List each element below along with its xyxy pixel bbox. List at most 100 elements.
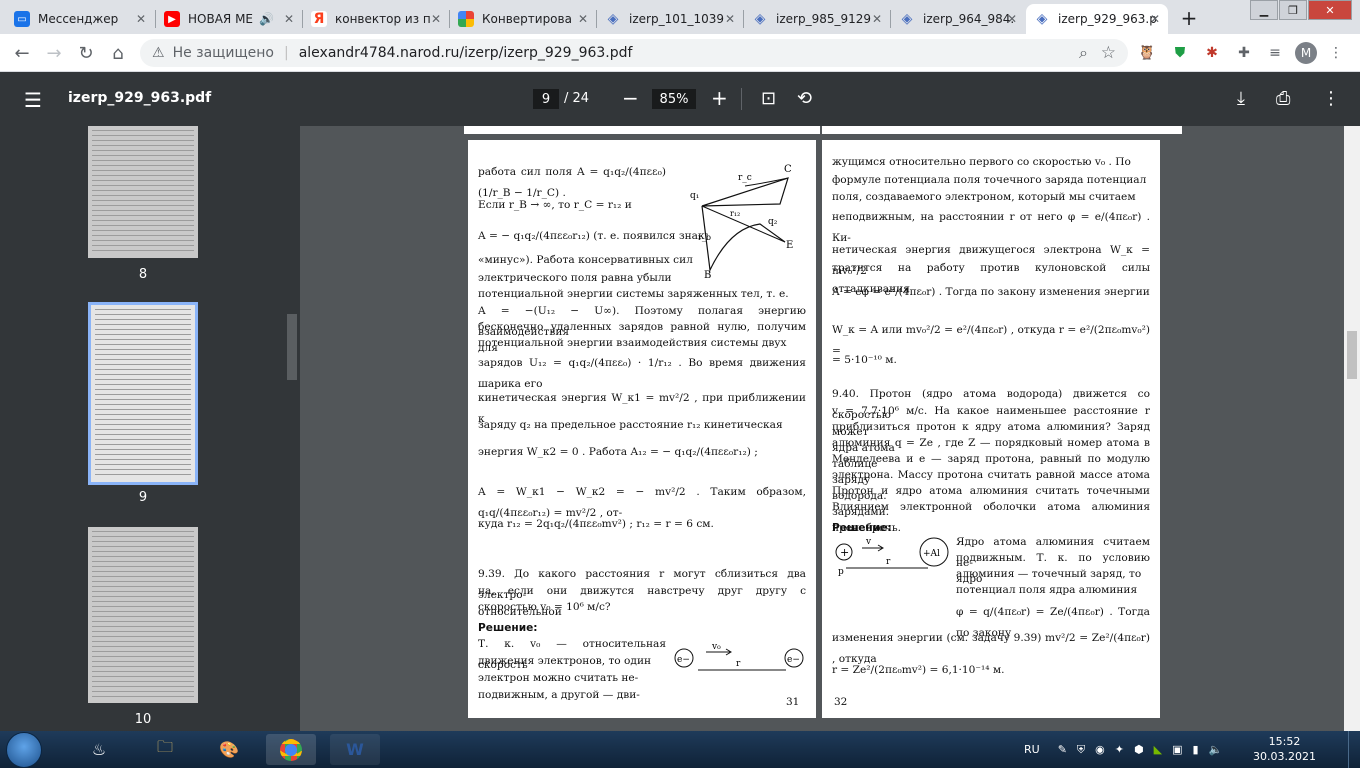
tray-icon[interactable]: ✎ xyxy=(1058,743,1067,756)
proton-plus-label: + xyxy=(840,546,849,559)
system-tray: RU ✎ ⛨ ◉ ✦ ⬢ ◣ ▣ ▮ 🔈 xyxy=(1024,731,1222,768)
extension-bug-icon[interactable]: ✱ xyxy=(1202,43,1222,63)
velocity-label: v xyxy=(865,537,872,547)
close-icon[interactable]: ✕ xyxy=(136,12,146,26)
warning-icon[interactable]: ⚠ xyxy=(152,45,165,61)
minimize-button[interactable]: ▁ xyxy=(1250,0,1278,20)
home-icon[interactable]: ⌂ xyxy=(106,41,130,65)
extensions-puzzle-icon[interactable]: ✚ xyxy=(1234,43,1254,63)
maximize-button[interactable]: ❐ xyxy=(1279,0,1307,20)
close-icon[interactable]: ✕ xyxy=(284,12,294,26)
tab-title: конвектор из п xyxy=(335,12,431,26)
file-explorer-icon[interactable]: 🗀 xyxy=(140,734,190,765)
text-line: A = eφ = e²/(4πε₀r) . Тогда по закону из… xyxy=(832,286,1150,298)
bookmark-star-icon[interactable]: ☆ xyxy=(1101,43,1116,63)
viewer-scrollbar[interactable] xyxy=(1344,126,1360,731)
tab-youtube[interactable]: ▶ НОВАЯ МЕ 🔊 ✕ xyxy=(156,4,302,34)
page-total: / 24 xyxy=(564,91,590,106)
zoom-in-button[interactable]: + xyxy=(711,86,728,110)
thumbnail-page-10[interactable] xyxy=(88,527,198,703)
page-number-32: 32 xyxy=(834,696,848,708)
volume-icon[interactable]: 🔈 xyxy=(1209,743,1223,756)
paint-icon[interactable]: 🎨 xyxy=(204,734,254,765)
electron-label-2: e− xyxy=(787,655,800,665)
print-icon[interactable]: ⎙ xyxy=(1276,88,1290,109)
extension-shield-icon[interactable]: ⛊ xyxy=(1170,43,1190,63)
close-icon[interactable]: ✕ xyxy=(872,12,882,26)
tray-icon[interactable]: ◉ xyxy=(1095,743,1105,756)
tray-icon[interactable]: ▣ xyxy=(1172,743,1182,756)
tab-convert[interactable]: Конвертирова ✕ xyxy=(450,4,596,34)
tray-icon[interactable]: ⬢ xyxy=(1134,743,1144,756)
word-icon[interactable]: W xyxy=(330,734,380,765)
close-icon[interactable]: ✕ xyxy=(1150,12,1160,26)
steam-icon[interactable]: ♨ xyxy=(74,734,124,765)
field-work-diagram: C r_c q₁ r₁₂ q₂ r_b E B xyxy=(690,164,793,278)
sidebar-scrollbar[interactable] xyxy=(284,126,300,731)
media-playlist-icon[interactable]: ≡ xyxy=(1265,43,1285,63)
diagram-label-r12: r₁₂ xyxy=(730,209,740,218)
network-icon[interactable]: ▮ xyxy=(1192,743,1198,756)
url-text: alexandr4784.narod.ru/izerp/izerp_929_96… xyxy=(298,45,633,61)
divider: | xyxy=(283,45,289,61)
clock-time: 15:52 xyxy=(1268,735,1301,748)
page-number-input[interactable]: 9 xyxy=(533,89,559,109)
chrome-icon[interactable] xyxy=(266,734,316,765)
text-line: подвижным, а другой — дви- xyxy=(478,689,640,701)
text-line: r = Ze²/(2πε₀mv²) = 6,1·10⁻¹⁴ м. xyxy=(832,664,1005,676)
thumbnail-text xyxy=(92,130,194,254)
google-apps-icon xyxy=(458,11,474,27)
tab-pdf-985[interactable]: ◈ izerp_985_9129 ✕ xyxy=(744,4,890,34)
youtube-icon: ▶ xyxy=(164,11,180,27)
start-button[interactable] xyxy=(6,732,42,768)
fit-page-icon[interactable]: ⊡ xyxy=(761,88,776,109)
address-bar[interactable]: ⚠ Не защищено | alexandr4784.narod.ru/iz… xyxy=(140,39,1128,67)
pdf-icon: ◈ xyxy=(754,11,766,27)
tab-pdf-101[interactable]: ◈ izerp_101_1039 ✕ xyxy=(597,4,743,34)
hamburger-menu-icon[interactable]: ☰ xyxy=(24,88,42,112)
more-options-icon[interactable]: ⋮ xyxy=(1322,88,1340,109)
distance-label: r xyxy=(886,557,891,567)
tray-icon[interactable]: ✦ xyxy=(1115,743,1124,756)
tab-pdf-929-active[interactable]: ◈ izerp_929_963.p ✕ xyxy=(1026,4,1168,34)
viewer-scroll-thumb[interactable] xyxy=(1347,331,1357,379)
forward-arrow-icon[interactable]: → xyxy=(42,41,66,65)
kebab-menu-icon[interactable]: ⋮ xyxy=(1326,43,1346,63)
thumbnail-label: 10 xyxy=(134,712,152,727)
tab-yandex[interactable]: Яконвектор из п ✕ xyxy=(303,4,449,34)
tab-pdf-964[interactable]: ◈ izerp_964_984. ✕ xyxy=(891,4,1025,34)
new-tab-button[interactable]: + xyxy=(1176,5,1202,31)
rotate-icon[interactable]: ⟲ xyxy=(797,88,812,109)
close-icon[interactable]: ✕ xyxy=(1007,12,1017,26)
profile-avatar[interactable]: M xyxy=(1295,42,1317,64)
extension-owl-icon[interactable]: 🦉 xyxy=(1137,43,1157,63)
clock[interactable]: 15:52 30.03.2021 xyxy=(1253,734,1316,764)
back-arrow-icon[interactable]: ← xyxy=(10,41,34,65)
close-icon[interactable]: ✕ xyxy=(431,12,441,26)
thumbnail-page-8[interactable] xyxy=(88,126,198,258)
zoom-out-button[interactable]: − xyxy=(622,86,639,110)
tab-messenger[interactable]: ▭ Мессенджер ✕ xyxy=(6,4,154,34)
nvidia-icon[interactable]: ◣ xyxy=(1154,743,1162,756)
yandex-icon: Я xyxy=(311,11,327,27)
sidebar-scroll-thumb[interactable] xyxy=(287,314,297,380)
thumbnail-text xyxy=(95,309,191,478)
download-icon[interactable]: ⤓ xyxy=(1237,88,1245,109)
speaker-icon[interactable]: 🔊 xyxy=(259,12,274,26)
zoom-level-input[interactable]: 85% xyxy=(652,89,696,109)
text-line: куда r₁₂ = 2q₁q₂/(4πεε₀mv²) ; r₁₂ = r = … xyxy=(478,518,714,530)
reload-icon[interactable]: ↻ xyxy=(74,41,98,65)
show-desktop-button[interactable] xyxy=(1348,731,1360,768)
zoom-magnifier-icon[interactable]: ⌕ xyxy=(1079,43,1088,63)
close-icon[interactable]: ✕ xyxy=(578,12,588,26)
diagram-label-rc: r_c xyxy=(738,173,752,183)
window-close-button[interactable]: ✕ xyxy=(1308,0,1352,20)
messenger-icon: ▭ xyxy=(14,11,30,27)
thumbnail-page-9[interactable] xyxy=(88,302,198,485)
language-indicator[interactable]: RU xyxy=(1024,743,1040,756)
tray-icon[interactable]: ⛨ xyxy=(1077,743,1085,757)
thumbnail-label: 8 xyxy=(138,267,148,282)
pdf-page-31: работа сил поля A = q₁q₂/(4πεε₀) (1/r_B … xyxy=(468,140,816,718)
close-icon[interactable]: ✕ xyxy=(725,12,735,26)
diagram-label-rb: r_b xyxy=(698,233,711,242)
